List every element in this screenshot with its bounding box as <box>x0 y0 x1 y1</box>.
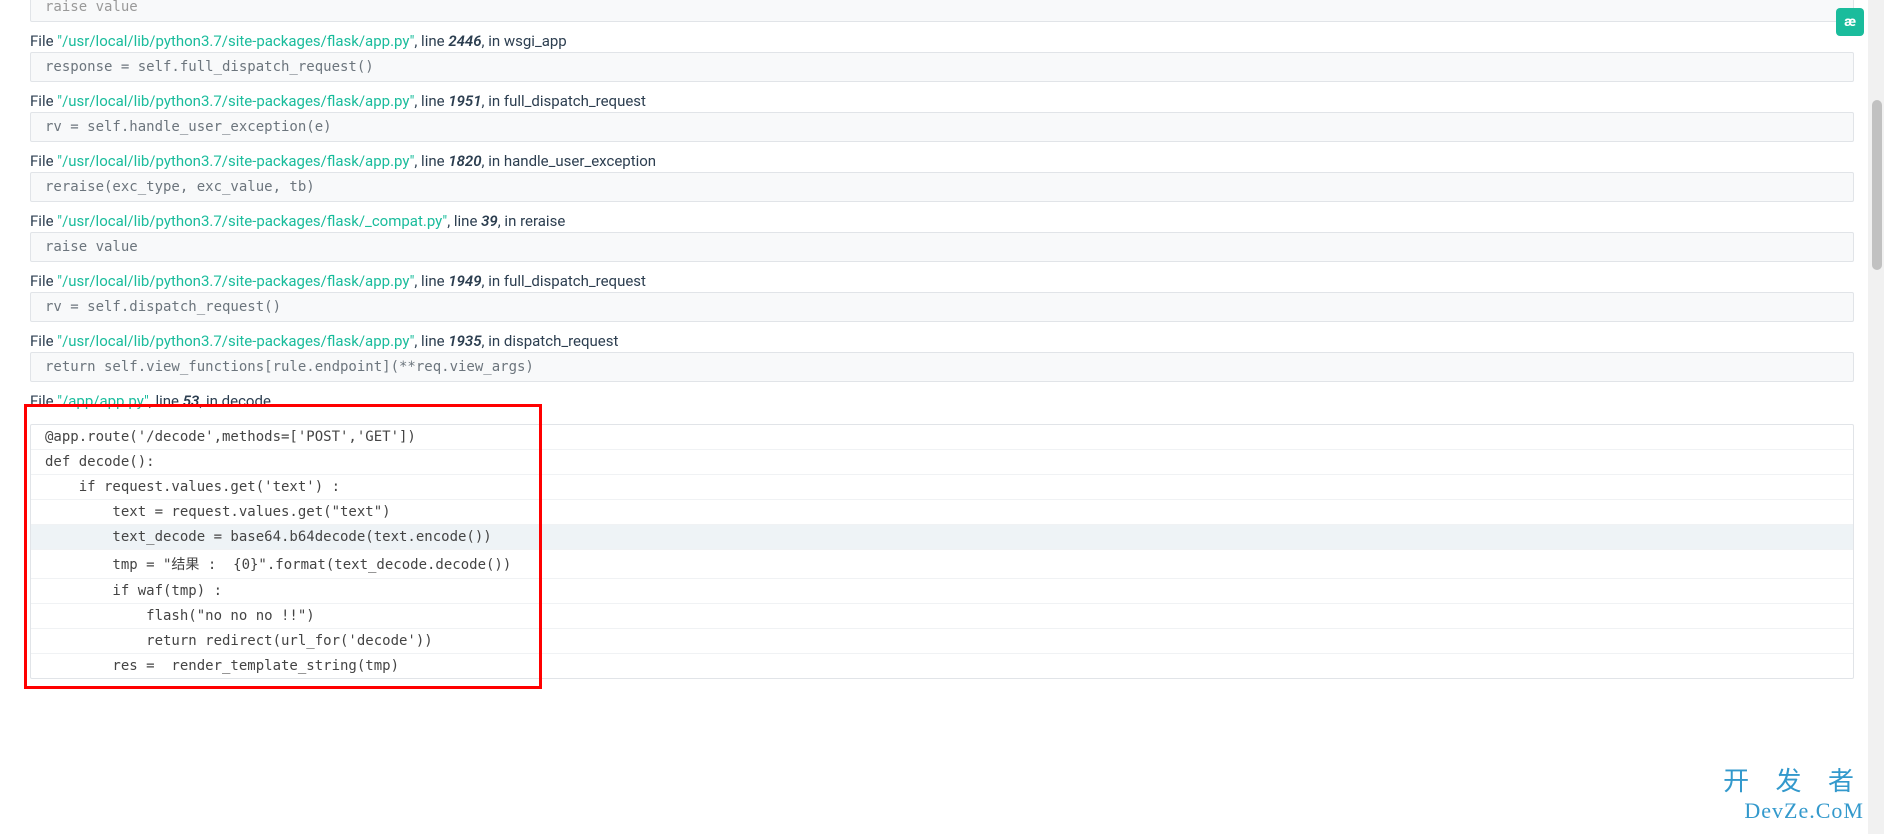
scrollbar[interactable] <box>1868 0 1884 834</box>
source-line: text_decode = base64.b64decode(text.enco… <box>31 525 1853 550</box>
frame-line-number: 1949 <box>448 272 481 290</box>
traceback-content: raise value File "/usr/local/lib/python3… <box>0 0 1884 694</box>
in-label: , in <box>482 332 504 350</box>
line-label: , line <box>414 152 448 170</box>
file-label: File <box>30 92 57 110</box>
frame-code-line: reraise(exc_type, exc_value, tb) <box>30 172 1854 202</box>
frame-path[interactable]: "/usr/local/lib/python3.7/site-packages/… <box>57 212 447 230</box>
frame-line-number: 39 <box>481 212 498 230</box>
line-label: , line <box>414 92 448 110</box>
frame-function-name: full_dispatch_request <box>504 272 646 290</box>
frame-function-name: full_dispatch_request <box>504 92 646 110</box>
file-label: File <box>30 212 57 230</box>
frame-function-name: decode <box>222 392 271 410</box>
source-line: res = render_template_string(tmp) <box>31 654 1853 678</box>
source-line: if request.values.get('text') : <box>31 475 1853 500</box>
in-label: , in <box>482 32 504 50</box>
scrollbar-thumb[interactable] <box>1872 100 1882 270</box>
file-label: File <box>30 272 57 290</box>
source-line: def decode(): <box>31 450 1853 475</box>
frame-path[interactable]: "/app/app.py" <box>57 392 149 410</box>
line-label: , line <box>414 272 448 290</box>
in-label: , in <box>482 152 504 170</box>
traceback-frame-header: File "/usr/local/lib/python3.7/site-pack… <box>30 212 1854 230</box>
ae-badge-icon: æ <box>1836 8 1864 36</box>
source-line: if waf(tmp) : <box>31 579 1853 604</box>
frame-path[interactable]: "/usr/local/lib/python3.7/site-packages/… <box>57 152 414 170</box>
in-label: , in <box>482 272 504 290</box>
line-label: , line <box>447 212 481 230</box>
frame-code-line: rv = self.dispatch_request() <box>30 292 1854 322</box>
frame-line-number: 2446 <box>448 32 481 50</box>
source-line: return redirect(url_for('decode')) <box>31 629 1853 654</box>
watermark-cn: 开 发 者 <box>1723 761 1864 798</box>
source-line: @app.route('/decode',methods=['POST','GE… <box>31 425 1853 450</box>
in-label: , in <box>199 392 221 410</box>
frame-path[interactable]: "/usr/local/lib/python3.7/site-packages/… <box>57 332 414 350</box>
traceback-frame-header: File "/usr/local/lib/python3.7/site-pack… <box>30 332 1854 350</box>
source-line: flash("no no no !!") <box>31 604 1853 629</box>
frame-line-number: 53 <box>183 392 200 410</box>
file-label: File <box>30 332 57 350</box>
frame-function-name: dispatch_request <box>504 332 619 350</box>
frame-path[interactable]: "/usr/local/lib/python3.7/site-packages/… <box>57 272 414 290</box>
frame-function-name: wsgi_app <box>504 32 567 50</box>
frame-path[interactable]: "/usr/local/lib/python3.7/site-packages/… <box>57 32 414 50</box>
in-label: , in <box>498 212 520 230</box>
in-label: , in <box>482 92 504 110</box>
traceback-frame-header: File "/usr/local/lib/python3.7/site-pack… <box>30 32 1854 50</box>
frame-code-line: raise value <box>30 232 1854 262</box>
frame-code-line: rv = self.handle_user_exception(e) <box>30 112 1854 142</box>
frame-code-line: return self.view_functions[rule.endpoint… <box>30 352 1854 382</box>
code-fragment: raise value <box>30 0 1854 22</box>
source-line: tmp = "结果 : {0}".format(text_decode.deco… <box>31 550 1853 579</box>
frame-path[interactable]: "/usr/local/lib/python3.7/site-packages/… <box>57 92 414 110</box>
frame-line-number: 1935 <box>448 332 481 350</box>
frame-function-name: handle_user_exception <box>504 152 656 170</box>
source-line: text = request.values.get("text") <box>31 500 1853 525</box>
traceback-frame-header-last: File "/app/app.py", line 53, in decode <box>30 392 1854 410</box>
file-label: File <box>30 32 57 50</box>
source-code-box: @app.route('/decode',methods=['POST','GE… <box>30 424 1854 679</box>
traceback-frame-header: File "/usr/local/lib/python3.7/site-pack… <box>30 152 1854 170</box>
file-label: File <box>30 152 57 170</box>
traceback-frame-header: File "/usr/local/lib/python3.7/site-pack… <box>30 92 1854 110</box>
watermark-en: DevZe.CoM <box>1723 798 1864 824</box>
frame-line-number: 1951 <box>448 92 481 110</box>
frame-function-name: reraise <box>520 212 565 230</box>
traceback-frame-header: File "/usr/local/lib/python3.7/site-pack… <box>30 272 1854 290</box>
line-label: , line <box>149 392 183 410</box>
file-label: File <box>30 392 57 410</box>
frame-code-line: response = self.full_dispatch_request() <box>30 52 1854 82</box>
frame-line-number: 1820 <box>448 152 481 170</box>
watermark: 开 发 者 DevZe.CoM <box>1723 761 1864 824</box>
line-label: , line <box>414 32 448 50</box>
line-label: , line <box>414 332 448 350</box>
